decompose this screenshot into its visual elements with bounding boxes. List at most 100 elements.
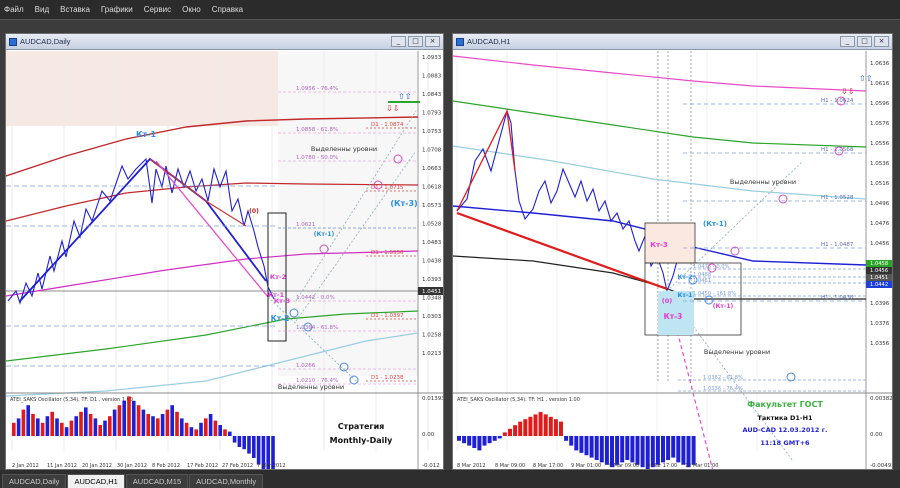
oscillator-bar xyxy=(40,422,45,436)
oscillator-bar xyxy=(117,405,122,436)
oscillator-bar xyxy=(513,425,518,436)
oscillator-bar xyxy=(103,420,107,436)
x-axis-label: 8 Mar 17:00 xyxy=(533,463,563,469)
price-tick: 1.0356 xyxy=(870,341,890,347)
oscillator-bar xyxy=(579,436,584,453)
oscillator-bar xyxy=(146,414,150,436)
fibo-label: 1.0442 - 0.0% xyxy=(296,295,335,301)
label-zero: (0) xyxy=(662,297,672,305)
price-tick: 1.0616 xyxy=(870,81,890,87)
oscillator-bar xyxy=(472,436,477,448)
oscillator-bar xyxy=(569,436,574,446)
window-titlebar[interactable]: AUDCAD,Daily _ □ × xyxy=(6,34,443,50)
h1-chart-canvas[interactable]: 1.0636 1.0616 1.0596 1.0576 1.0556 1.0536 1.05… xyxy=(453,51,892,469)
osc-zero-tick: 0.00 xyxy=(870,432,883,438)
oscillator-bar xyxy=(21,409,26,436)
price-tick: 1.0456 xyxy=(870,241,890,247)
label-kt3: Кт-3 xyxy=(650,241,668,249)
oscillator-label: ATEI_SAKS Oscillator (5,34). TF: D1 , ve… xyxy=(10,397,133,403)
oscillator-bar xyxy=(584,436,589,456)
daily-chart-canvas[interactable]: 1.0933 1.0883 1.0843 1.0793 1.0753 1.0708 1.06… xyxy=(6,51,443,469)
oscillator-bar xyxy=(553,419,558,436)
price-box-label: 1.0458 xyxy=(870,261,888,267)
oscillator-bar xyxy=(223,429,227,436)
label-selected-levels-2: Выделенны уровни xyxy=(278,383,344,391)
oscillator-bar xyxy=(681,436,686,465)
window-titlebar[interactable]: AUDCAD,H1 _ □ × xyxy=(453,34,892,50)
price-box-label: 1.0442 xyxy=(870,282,888,288)
oscillator-bar xyxy=(108,416,112,436)
menu-window[interactable]: Окно xyxy=(182,5,201,14)
price-tick: 1.0618 xyxy=(422,185,442,191)
oscillator-bar xyxy=(165,409,170,436)
minimize-button[interactable]: _ xyxy=(391,36,406,47)
chart-window-h1[interactable]: AUDCAD,H1 _ □ × 1.0636 1.0616 1.0596 1.0576… xyxy=(452,33,893,470)
close-button[interactable]: × xyxy=(874,36,889,47)
price-box-label: 1.0456 xyxy=(870,268,888,274)
oscillator-bar xyxy=(533,414,538,436)
chart-window-icon xyxy=(456,37,464,46)
price-tick: 1.0476 xyxy=(870,221,890,227)
oscillator-bar xyxy=(36,418,40,436)
x-axis-label: 9 Mar 09:00 xyxy=(609,463,639,469)
x-axis-label: 8 Feb 2012 xyxy=(152,463,180,469)
oscillator-bar xyxy=(523,419,528,436)
menu-charts[interactable]: Графики xyxy=(101,5,133,14)
minimize-button[interactable]: _ xyxy=(840,36,855,47)
oscillator-bar xyxy=(175,411,179,436)
x-axis-label: 2 Jan 2012 xyxy=(12,463,39,469)
oscillator-bar xyxy=(676,436,681,463)
oscillator-bar xyxy=(477,436,482,451)
price-tick: 1.0843 xyxy=(422,92,442,98)
x-axis-label: 12 Mar 01:00 xyxy=(685,463,718,469)
fibo-label: 1.0780 - 50.0% xyxy=(296,155,338,161)
osc-bottom-tick: -0.012 xyxy=(422,463,440,469)
tab-audcad-m15[interactable]: AUDCAD,M15 xyxy=(125,474,189,488)
label-kt3: Кт-3 xyxy=(274,297,290,305)
tab-audcad-monthly[interactable]: AUDCAD,Monthly xyxy=(189,474,264,488)
oscillator-bar xyxy=(548,416,553,436)
close-button[interactable]: × xyxy=(425,36,440,47)
maximize-button[interactable]: □ xyxy=(408,36,423,47)
fibo-label: 1.0266 xyxy=(296,363,316,369)
price-tick: 1.0556 xyxy=(870,141,890,147)
price-tick: 1.0596 xyxy=(870,101,890,107)
price-tick: 1.0708 xyxy=(422,148,442,154)
menu-tools[interactable]: Сервис xyxy=(144,5,171,14)
window-title: AUDCAD,Daily xyxy=(20,37,71,46)
tab-audcad-daily[interactable]: AUDCAD,Daily xyxy=(2,474,67,488)
menu-view[interactable]: Вид xyxy=(35,5,49,14)
oscillator-bar xyxy=(625,436,630,460)
level-label: H1 - 1.0487 xyxy=(821,242,854,248)
maximize-button[interactable]: □ xyxy=(857,36,872,47)
x-axis-label: 27 Feb 2012 xyxy=(222,463,253,469)
oscillator-bar xyxy=(141,409,146,436)
label-kt2: Кт-2 xyxy=(677,274,692,281)
menu-insert[interactable]: Вставка xyxy=(60,5,90,14)
oscillator-bar xyxy=(574,436,579,451)
oscillator-bar xyxy=(237,436,242,447)
oscillator-bar xyxy=(122,400,126,436)
osc-zero-tick: 0.00 xyxy=(422,432,435,438)
oscillator-bar xyxy=(671,436,676,458)
level-label: H1 - 1.0438 xyxy=(821,295,854,301)
oscillator-bar xyxy=(661,436,665,463)
x-axis-label: 9 Mar 17:00 xyxy=(647,463,677,469)
tab-audcad-h1[interactable]: AUDCAD,H1 xyxy=(67,474,125,488)
oscillator-bar xyxy=(252,436,256,458)
oscillator-bar xyxy=(502,432,507,436)
oscillator-bar xyxy=(151,416,155,436)
oscillator-bar xyxy=(232,436,237,443)
chart-window-daily[interactable]: AUDCAD,Daily _ □ × 1.0933 1.0883 1.0843 1.0… xyxy=(5,33,444,470)
oscillator-bar xyxy=(189,427,194,436)
chart-tabs: AUDCAD,Daily AUDCAD,H1 AUDCAD,M15 AUDCAD… xyxy=(0,470,900,488)
strategy-subtitle: Monthly-Daily xyxy=(330,436,393,445)
menu-help[interactable]: Справка xyxy=(212,5,243,14)
oscillator-bar xyxy=(213,420,218,436)
price-box-label: 1.0451 xyxy=(870,275,888,281)
oscillator-bar xyxy=(242,436,246,450)
oscillator-bar xyxy=(50,411,54,436)
price-tick: 1.0438 xyxy=(422,259,442,265)
menu-file[interactable]: Файл xyxy=(4,5,24,14)
oscillator-bar xyxy=(666,436,671,460)
